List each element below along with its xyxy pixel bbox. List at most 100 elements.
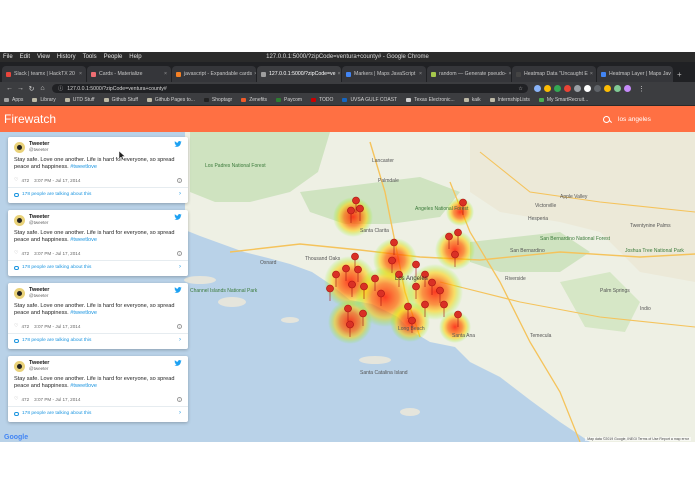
bookmark-zenefits[interactable]: Zenefits <box>241 97 267 103</box>
avatar[interactable] <box>14 142 25 153</box>
bookmark-kaik[interactable]: kaik <box>463 97 481 103</box>
bookmark-uvsa[interactable]: UVSA GULF COAST <box>342 97 397 103</box>
tweet-card[interactable]: Tweeter @tweeter Stay safe. Love one ano… <box>8 137 188 203</box>
talking-link[interactable]: 178 people are talking about this <box>14 411 91 416</box>
tweet-card[interactable]: Tweeter @tweeter Stay safe. Love one ano… <box>8 283 188 349</box>
tweet-meta: ♡ 472 3:07 PM - Jul 17, 2014 i <box>14 323 182 329</box>
tweet-author-handle[interactable]: @tweeter <box>29 147 48 152</box>
info-icon[interactable]: i <box>177 177 182 183</box>
tweet-author-handle[interactable]: @tweeter <box>29 293 48 298</box>
close-icon[interactable]: × <box>335 71 340 77</box>
close-icon[interactable]: × <box>162 71 167 77</box>
reload-icon[interactable]: ↻ <box>26 85 37 93</box>
bookmark-star-icon[interactable]: ☆ <box>518 86 523 92</box>
talking-link[interactable]: 178 people are talking about this <box>14 265 91 270</box>
tab-stackoverflow[interactable]: javascript - Expandable cards × <box>172 66 256 82</box>
brand-logo[interactable]: Firewatch <box>4 112 56 126</box>
tweet-author-handle[interactable]: @tweeter <box>29 366 48 371</box>
extension-icon[interactable] <box>604 85 611 92</box>
tweet-author-handle[interactable]: @tweeter <box>29 220 48 225</box>
address-bar[interactable]: ⓘ 127.0.0.1:5000/?zipCode=ventura+county… <box>52 84 528 93</box>
twitter-bird-icon[interactable] <box>174 141 182 147</box>
tweet-card[interactable]: Tweeter @tweeter Stay safe. Love one ano… <box>8 210 188 276</box>
profile-avatar[interactable] <box>624 85 631 92</box>
place-label: Twentynine Palms <box>630 223 671 229</box>
twitter-bird-icon[interactable] <box>174 214 182 220</box>
bookmark-internshiplists[interactable]: InternshipLists <box>489 97 530 103</box>
bookmark-shoptagr[interactable]: Shoptagr <box>203 97 232 103</box>
bookmark-apps[interactable]: Apps <box>4 97 23 103</box>
bookmark-paycom[interactable]: Paycom <box>276 97 302 103</box>
tab-markers-maps[interactable]: Markers | Maps JavaScript × <box>342 66 426 82</box>
close-icon[interactable]: × <box>506 71 511 77</box>
hashtag-link[interactable]: #tweetlove <box>70 164 97 170</box>
tweet-text: Stay safe. Love one another. Life is har… <box>14 376 175 390</box>
extension-icon[interactable] <box>554 85 561 92</box>
tab-cards-materialize[interactable]: Cards - Materialize × <box>87 66 171 82</box>
tab-heatmap-data[interactable]: Heatmap Data "Uncaught E × <box>512 66 596 82</box>
apps-grid-icon <box>4 98 9 102</box>
map-attribution[interactable]: Map data ©2019 Google, INEGI Terms of Us… <box>585 437 691 441</box>
forward-arrow-icon[interactable]: → <box>15 85 26 92</box>
info-icon[interactable]: i <box>177 396 182 402</box>
tab-random[interactable]: random — Generate pseudo- × <box>427 66 511 82</box>
twitter-bird-icon[interactable] <box>174 360 182 366</box>
bookmark-github-pages[interactable]: Github Pages to... <box>146 97 195 103</box>
extension-icon[interactable] <box>614 85 621 92</box>
chevron-right-icon[interactable]: › <box>179 410 181 416</box>
avatar[interactable] <box>14 215 25 226</box>
tab-localhost[interactable]: 127.0.0.1:5000/?zipCode=ve × <box>257 66 341 82</box>
bookmark-utd-stuff[interactable]: UTD Stuff <box>64 97 95 103</box>
bookmark-library[interactable]: Library <box>32 97 56 103</box>
talking-link[interactable]: 178 people are talking about this <box>14 192 91 197</box>
info-icon[interactable]: ⓘ <box>58 85 63 92</box>
google-logo[interactable]: Google <box>4 434 28 441</box>
close-icon[interactable]: × <box>77 71 82 77</box>
twitter-bird-icon[interactable] <box>174 287 182 293</box>
heart-icon[interactable]: ♡ <box>14 250 18 256</box>
bookmark-github-stuff[interactable]: Github Stuff <box>103 97 138 103</box>
chevron-right-icon[interactable]: › <box>179 264 181 270</box>
extension-icon[interactable] <box>584 85 591 92</box>
search-icon[interactable] <box>603 115 610 123</box>
tweet-time[interactable]: 3:07 PM - Jul 17, 2014 <box>34 178 80 183</box>
info-icon[interactable]: i <box>177 323 182 329</box>
location-search[interactable]: los angeles <box>603 112 685 126</box>
tweet-time[interactable]: 3:07 PM - Jul 17, 2014 <box>34 251 80 256</box>
talking-link[interactable]: 178 people are talking about this <box>14 338 91 343</box>
bookmark-smartrecruiters[interactable]: My SmartRecruit... <box>538 97 588 103</box>
chrome-menu-icon[interactable]: ⋮ <box>638 85 645 93</box>
info-icon[interactable]: i <box>177 250 182 256</box>
extension-icon[interactable] <box>594 85 601 92</box>
new-tab-button[interactable]: + <box>677 70 682 79</box>
chevron-right-icon[interactable]: › <box>179 191 181 197</box>
heart-icon[interactable]: ♡ <box>14 323 18 329</box>
close-icon[interactable]: × <box>588 71 593 77</box>
hashtag-link[interactable]: #tweetlove <box>70 237 97 243</box>
close-icon[interactable]: × <box>671 71 674 77</box>
bookmark-todo[interactable]: TODO <box>311 97 333 103</box>
chevron-right-icon[interactable]: › <box>179 337 181 343</box>
close-icon[interactable]: × <box>417 71 422 77</box>
heart-icon[interactable]: ♡ <box>14 177 18 183</box>
heart-icon[interactable]: ♡ <box>14 396 18 402</box>
hashtag-link[interactable]: #tweetlove <box>70 383 97 389</box>
hashtag-link[interactable]: #tweetlove <box>70 310 97 316</box>
back-arrow-icon[interactable]: ← <box>4 85 15 92</box>
tweet-card[interactable]: Tweeter @tweeter Stay safe. Love one ano… <box>8 356 188 422</box>
extension-icon[interactable] <box>564 85 571 92</box>
extension-icon[interactable] <box>534 85 541 92</box>
search-input[interactable]: los angeles <box>618 116 651 123</box>
extension-icon[interactable] <box>574 85 581 92</box>
extension-icon[interactable] <box>544 85 551 92</box>
tab-slack[interactable]: Slack | teamx | HackTX 20 × <box>2 66 86 82</box>
tab-heatmap-layer[interactable]: Heatmap Layer | Maps Jav× <box>597 66 673 82</box>
avatar[interactable] <box>14 288 25 299</box>
avatar[interactable] <box>14 361 25 372</box>
home-icon[interactable]: ⌂ <box>37 85 48 92</box>
close-icon[interactable]: × <box>252 71 256 77</box>
todo-icon <box>311 98 317 102</box>
tweet-time[interactable]: 3:07 PM - Jul 17, 2014 <box>34 324 80 329</box>
tweet-time[interactable]: 3:07 PM - Jul 17, 2014 <box>34 397 80 402</box>
bookmark-texas-electronic[interactable]: Texas Electronic... <box>406 97 455 103</box>
